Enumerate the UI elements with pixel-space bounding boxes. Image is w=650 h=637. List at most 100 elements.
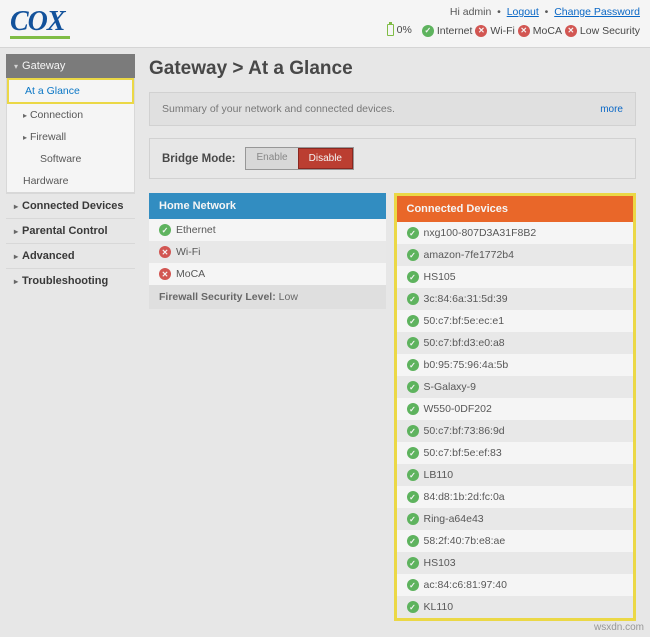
sidebar-item-firewall[interactable]: ▸ Firewall: [7, 126, 134, 148]
device-name: HS105: [424, 271, 456, 283]
status-moca: ✕MoCA: [518, 25, 562, 37]
connected-device-row[interactable]: ✓S-Galaxy-9: [397, 376, 634, 398]
check-icon: ✓: [407, 293, 419, 305]
connected-device-row[interactable]: ✓ 50:c7:bf:73:86:9d: [397, 420, 634, 442]
summary-text: Summary of your network and connected de…: [162, 103, 395, 115]
status-label: Low Security: [580, 25, 640, 37]
sidebar-item-label: At a Glance: [25, 85, 80, 97]
logout-link[interactable]: Logout: [507, 6, 539, 18]
header-bar: COX Hi admin • Logout • Change Password …: [0, 0, 650, 48]
device-name: HS103: [424, 557, 456, 569]
device-name: ac:84:c6:81:97:40: [424, 579, 507, 591]
more-link[interactable]: more: [600, 104, 623, 115]
connected-device-row[interactable]: ✓ac:84:c6:81:97:40: [397, 574, 634, 596]
connected-device-row[interactable]: ✓50:c7:bf:5e:ec:e1: [397, 310, 634, 332]
device-name: 58:2f:40:7b:e8:ae: [424, 535, 506, 547]
check-icon: ✓: [407, 271, 419, 283]
bridge-mode-label: Bridge Mode:: [162, 153, 235, 165]
connected-device-row[interactable]: ✓Ring-a64e43: [397, 508, 634, 530]
connected-devices-header: Connected Devices: [397, 196, 634, 222]
device-name: b0:95:75:96:4a:5b: [424, 359, 509, 371]
check-icon: ✓: [407, 403, 419, 415]
sidebar-group-gateway[interactable]: ▾ Gateway: [6, 54, 135, 78]
sidebar-item-label: Troubleshooting: [22, 275, 108, 287]
check-icon: ✓: [407, 315, 419, 327]
connected-device-row[interactable]: ✓50:c7:bf:d3:e0:a8: [397, 332, 634, 354]
check-icon: ✓: [407, 535, 419, 547]
connected-device-row[interactable]: ✓ LB110: [397, 464, 634, 486]
page-title: Gateway > At a Glance: [149, 58, 636, 80]
connected-device-row[interactable]: ✓ HS105: [397, 266, 634, 288]
row-label: Ethernet: [176, 224, 216, 236]
chevron-right-icon: ▸: [14, 277, 18, 286]
device-name: W550-0DF202: [424, 403, 492, 415]
row-label: Wi-Fi: [176, 246, 201, 258]
status-wi-fi: ✕Wi-Fi: [475, 25, 515, 37]
status-internet: ✓Internet: [422, 25, 473, 37]
sidebar-item-parental-control[interactable]: ▸ Parental Control: [6, 218, 135, 243]
device-name: S-Galaxy-9: [424, 381, 477, 393]
sidebar-item-at-a-glance[interactable]: At a Glance: [9, 80, 132, 102]
home-network-panel: Home Network ✓Ethernet✕Wi-Fi✕MoCA Firewa…: [149, 193, 386, 309]
connected-device-row[interactable]: ✓b0:95:75:96:4a:5b: [397, 354, 634, 376]
check-icon: ✓: [407, 447, 419, 459]
sidebar-item-label: Parental Control: [22, 225, 108, 237]
device-name: LB110: [424, 469, 454, 481]
connected-device-row[interactable]: ✓50:c7:bf:5e:ef:83: [397, 442, 634, 464]
sidebar-item-label: Connection: [30, 109, 83, 121]
sidebar: ▾ Gateway At a Glance▸ Connection▸ Firew…: [0, 48, 135, 633]
bridge-enable-button[interactable]: Enable: [246, 148, 297, 169]
greeting-text: Hi admin: [450, 6, 491, 18]
change-password-link[interactable]: Change Password: [554, 6, 640, 18]
connected-device-row[interactable]: ✓ nxg100-807D3A31F8B2: [397, 222, 634, 244]
sidebar-item-hardware[interactable]: Hardware: [7, 170, 134, 192]
connected-device-row[interactable]: ✓amazon-7fe1772b4: [397, 244, 634, 266]
sidebar-item-software[interactable]: ▸ Software: [7, 148, 134, 170]
row-label: MoCA: [176, 268, 205, 280]
device-name: nxg100-807D3A31F8B2: [424, 227, 537, 239]
sidebar-item-advanced[interactable]: ▸Advanced: [6, 243, 135, 268]
chevron-right-icon: ▸: [23, 111, 27, 120]
chevron-right-icon: ▸: [14, 202, 18, 211]
summary-box: Summary of your network and connected de…: [149, 92, 636, 126]
check-icon: ✓: [407, 425, 419, 437]
status-label: MoCA: [533, 25, 562, 37]
check-icon: ✓: [407, 227, 419, 239]
home-network-row: ✕ Wi-Fi: [149, 241, 386, 263]
sidebar-item-connected-devices[interactable]: ▸ Connected Devices: [6, 193, 135, 218]
connected-device-row[interactable]: ✓HS103: [397, 552, 634, 574]
firewall-label: Firewall Security Level:: [159, 291, 276, 303]
sidebar-item-troubleshooting[interactable]: ▸ Troubleshooting: [6, 268, 135, 293]
check-icon: ✓: [407, 337, 419, 349]
connected-device-row[interactable]: ✓ W550-0DF202: [397, 398, 634, 420]
battery-status: 0%: [387, 24, 412, 36]
battery-percent: 0%: [397, 24, 412, 36]
sidebar-item-label: Firewall: [30, 131, 66, 143]
connected-device-row[interactable]: ✓ KL110: [397, 596, 634, 618]
check-icon: ✓: [407, 513, 419, 525]
bridge-disable-button[interactable]: Disable: [298, 148, 353, 169]
check-icon: ✓: [407, 601, 419, 613]
connected-device-row[interactable]: ✓84:d8:1b:2d:fc:0a: [397, 486, 634, 508]
sidebar-group-label: Gateway: [22, 60, 65, 72]
sidebar-item-label: Advanced: [22, 250, 75, 262]
x-icon: ✕: [565, 25, 577, 37]
connected-device-row[interactable]: ✓ 3c:84:6a:31:5d:39: [397, 288, 634, 310]
x-icon: ✕: [159, 246, 171, 258]
chevron-down-icon: ▾: [14, 62, 18, 71]
device-name: KL110: [424, 601, 454, 613]
home-network-row: ✓Ethernet: [149, 219, 386, 241]
check-icon: ✓: [407, 469, 419, 481]
x-icon: ✕: [159, 268, 171, 280]
x-icon: ✕: [475, 25, 487, 37]
home-network-row: ✕ MoCA: [149, 263, 386, 285]
device-name: 3c:84:6a:31:5d:39: [424, 293, 508, 305]
device-name: 50:c7:bf:73:86:9d: [424, 425, 505, 437]
chevron-right-icon: ▸: [14, 227, 18, 236]
sidebar-item-label: Connected Devices: [22, 200, 123, 212]
sidebar-item-connection[interactable]: ▸ Connection: [7, 104, 134, 126]
sidebar-item-label: Hardware: [23, 175, 69, 187]
watermark: wsxdn.com: [594, 622, 644, 633]
connected-device-row[interactable]: ✓ 58:2f:40:7b:e8:ae: [397, 530, 634, 552]
status-label: Wi-Fi: [490, 25, 515, 37]
